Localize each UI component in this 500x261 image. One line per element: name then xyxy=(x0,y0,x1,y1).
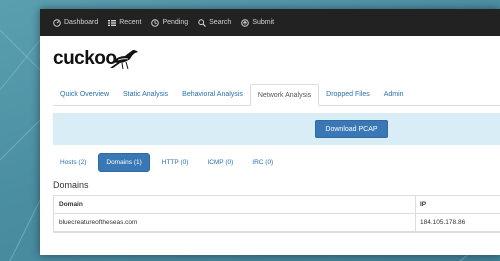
nav-recent[interactable]: Recent xyxy=(108,19,141,27)
section-title: Domains xyxy=(53,180,89,190)
tab-dropped-files[interactable]: Dropped Files xyxy=(319,84,377,105)
nav-search-label: Search xyxy=(209,19,232,26)
nav-submit[interactable]: Submit xyxy=(241,18,275,27)
upload-icon xyxy=(241,18,250,27)
pill-domains[interactable]: Domains (1) xyxy=(98,153,150,172)
bird-icon xyxy=(110,50,138,70)
pill-icmp[interactable]: ICMP (0) xyxy=(200,154,240,171)
search-icon xyxy=(198,18,207,27)
nav-pending-label: Pending xyxy=(162,19,189,26)
pill-irc[interactable]: IRC (0) xyxy=(245,154,280,171)
analysis-tabs: Quick Overview Static Analysis Behaviora… xyxy=(53,84,500,106)
table-row: bluecreatureoftheseas.com 184.105.178.86 xyxy=(54,214,500,232)
logo-text: cuckoo xyxy=(53,48,117,69)
download-pcap-button[interactable]: Download PCAP xyxy=(315,120,388,138)
pill-hosts[interactable]: Hosts (2) xyxy=(53,154,93,171)
tab-behavioral-analysis[interactable]: Behavioral Analysis xyxy=(175,84,250,105)
pill-http[interactable]: HTTP (0) xyxy=(155,154,196,171)
tab-admin[interactable]: Admin xyxy=(377,84,411,105)
nav-search[interactable]: Search xyxy=(198,18,232,27)
nav-dashboard-label: Dashboard xyxy=(64,19,99,26)
nav-dashboard[interactable]: Dashboard xyxy=(53,18,99,27)
network-pills: Hosts (2) Domains (1) HTTP (0) ICMP (0) … xyxy=(53,153,285,172)
domains-table: Domain IP bluecreatureoftheseas.com 184.… xyxy=(53,195,500,233)
nav-submit-label: Submit xyxy=(252,19,275,26)
clock-icon xyxy=(151,18,160,27)
list-icon xyxy=(108,19,117,26)
column-header-ip: IP xyxy=(420,201,427,208)
table-header: Domain IP xyxy=(54,196,500,214)
column-header-domain: Domain xyxy=(54,196,416,213)
tab-static-analysis[interactable]: Static Analysis xyxy=(116,84,175,105)
ip-cell: 184.105.178.86 xyxy=(420,219,466,226)
nav-pending[interactable]: Pending xyxy=(151,18,189,27)
tab-quick-overview[interactable]: Quick Overview xyxy=(53,84,116,105)
tab-network-analysis[interactable]: Network Analysis xyxy=(249,84,320,106)
domain-cell: bluecreatureoftheseas.com xyxy=(54,214,416,231)
top-navbar: Dashboard Recent Pending Search Submit xyxy=(40,9,500,36)
dashboard-icon xyxy=(53,18,61,27)
pcap-banner: Download PCAP xyxy=(53,113,500,145)
app-window: Dashboard Recent Pending Search Submit c… xyxy=(40,9,500,255)
nav-recent-label: Recent xyxy=(119,19,142,26)
